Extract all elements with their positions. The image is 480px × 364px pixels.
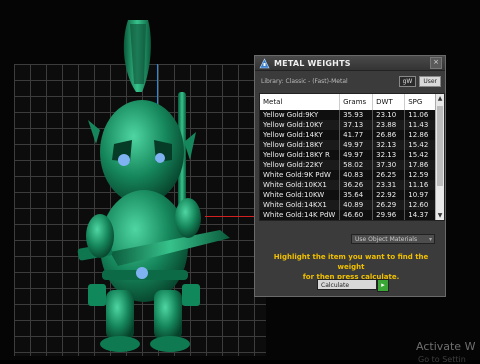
cell-dwt: 29.96 <box>372 210 406 220</box>
table-row[interactable]: White Gold:9K PdW 40.83 26.25 12.59 <box>260 170 436 180</box>
column-header-spg[interactable]: SPG <box>404 94 436 110</box>
cell-grams: 36.26 <box>339 180 374 190</box>
table-row[interactable]: Yellow Gold:18KY R 49.97 32.13 15.42 <box>260 150 436 160</box>
cell-metal: White Gold:14K PdW <box>260 210 341 220</box>
cell-spg: 15.42 <box>404 150 436 160</box>
cell-metal: Yellow Gold:14KY <box>260 130 341 140</box>
cell-metal: Yellow Gold:18KY R <box>260 150 341 160</box>
scroll-thumb[interactable] <box>437 106 443 186</box>
cell-spg: 17.86 <box>404 160 436 170</box>
dialog-title: METAL WEIGHTS <box>274 58 351 68</box>
cell-grams: 49.97 <box>339 150 374 160</box>
table-row[interactable]: Yellow Gold:18KY 49.97 32.13 15.42 <box>260 140 436 150</box>
table-row[interactable]: Yellow Gold:14KY 41.77 26.86 12.86 <box>260 130 436 140</box>
cell-spg: 11.43 <box>404 120 436 130</box>
table-row[interactable]: White Gold:14KX1 40.89 26.29 12.60 <box>260 200 436 210</box>
cell-dwt: 26.29 <box>372 200 406 210</box>
chevron-down-icon: ▾ <box>428 236 432 243</box>
user-toggle-button[interactable]: User <box>419 75 441 87</box>
instruction-text: Highlight the item you want to find the … <box>265 252 437 282</box>
pendant-3d-model[interactable] <box>70 14 260 354</box>
cell-grams: 49.97 <box>339 140 374 150</box>
cell-spg: 12.59 <box>404 170 436 180</box>
scale-icon <box>258 57 270 69</box>
cell-dwt: 23.31 <box>372 180 406 190</box>
units-toggle-button[interactable]: gW <box>398 75 417 87</box>
column-header-grams[interactable]: Grams <box>339 94 374 110</box>
cell-dwt: 22.92 <box>372 190 406 200</box>
cell-metal: White Gold:10KW <box>260 190 341 200</box>
table-row[interactable]: White Gold:10KW 35.64 22.92 10.97 <box>260 190 436 200</box>
cell-grams: 41.77 <box>339 130 374 140</box>
table-scrollbar[interactable]: ▲ ▼ <box>435 94 444 220</box>
column-header-dwt[interactable]: DWT <box>372 94 406 110</box>
activation-watermark: Activate W <box>416 340 476 353</box>
cell-dwt: 32.13 <box>372 140 406 150</box>
calculate-row: Calculate ▸ <box>317 279 389 292</box>
column-header-metal[interactable]: Metal <box>260 94 341 110</box>
cell-dwt: 32.13 <box>372 150 406 160</box>
cell-grams: 37.13 <box>339 120 374 130</box>
table-header-row: Metal Grams DWT SPG <box>260 94 436 110</box>
scroll-down-icon[interactable]: ▼ <box>436 211 444 220</box>
cell-spg: 12.60 <box>404 200 436 210</box>
calculate-select[interactable]: Calculate <box>317 279 377 290</box>
cell-metal: White Gold:14KX1 <box>260 200 341 210</box>
material-source-select[interactable]: Use Object Materials ▾ <box>351 234 435 244</box>
cell-dwt: 23.88 <box>372 120 406 130</box>
cell-metal: Yellow Gold:10KY <box>260 120 341 130</box>
metal-weights-dialog: METAL WEIGHTS × Library: Classic - (Fast… <box>254 55 446 297</box>
cell-grams: 40.83 <box>339 170 374 180</box>
cell-metal: White Gold:10KX1 <box>260 180 341 190</box>
table-row[interactable]: Yellow Gold:22KY 58.02 37.30 17.86 <box>260 160 436 170</box>
cell-spg: 10.97 <box>404 190 436 200</box>
library-label: Library: Classic - (Fast)-Metal <box>261 77 348 85</box>
table-row[interactable]: White Gold:14K PdW 46.60 29.96 14.37 <box>260 210 436 220</box>
cell-dwt: 26.25 <box>372 170 406 180</box>
cell-grams: 40.89 <box>339 200 374 210</box>
cell-dwt: 26.86 <box>372 130 406 140</box>
scroll-up-icon[interactable]: ▲ <box>436 94 444 103</box>
cell-metal: Yellow Gold:9KY <box>260 110 341 120</box>
material-source-label: Use Object Materials <box>355 236 418 243</box>
cell-spg: 14.37 <box>404 210 436 220</box>
cell-grams: 35.64 <box>339 190 374 200</box>
calculate-go-button[interactable]: ▸ <box>377 279 389 292</box>
dialog-titlebar[interactable]: METAL WEIGHTS × <box>255 56 445 71</box>
cell-dwt: 37.30 <box>372 160 406 170</box>
cell-grams: 58.02 <box>339 160 374 170</box>
cell-spg: 11.16 <box>404 180 436 190</box>
close-button[interactable]: × <box>430 57 442 69</box>
cell-spg: 15.42 <box>404 140 436 150</box>
library-row: Library: Classic - (Fast)-Metal gW User <box>255 71 445 91</box>
cell-metal: Yellow Gold:18KY <box>260 140 341 150</box>
table-row[interactable]: Yellow Gold:10KY 37.13 23.88 11.43 <box>260 120 436 130</box>
cell-spg: 12.86 <box>404 130 436 140</box>
cell-spg: 11.06 <box>404 110 436 120</box>
cell-metal: White Gold:9K PdW <box>260 170 341 180</box>
cell-grams: 46.60 <box>339 210 374 220</box>
instruction-line-1: Highlight the item you want to find the … <box>273 253 429 271</box>
table-row[interactable]: White Gold:10KX1 36.26 23.31 11.16 <box>260 180 436 190</box>
cell-grams: 35.93 <box>339 110 374 120</box>
cell-metal: Yellow Gold:22KY <box>260 160 341 170</box>
cell-dwt: 23.10 <box>372 110 406 120</box>
metal-table[interactable]: Metal Grams DWT SPG Yellow Gold:9KY 35.93… <box>259 93 445 221</box>
options-row: Use Object Materials ▾ <box>255 234 447 246</box>
table-row[interactable]: Yellow Gold:9KY 35.93 23.10 11.06 <box>260 110 436 120</box>
